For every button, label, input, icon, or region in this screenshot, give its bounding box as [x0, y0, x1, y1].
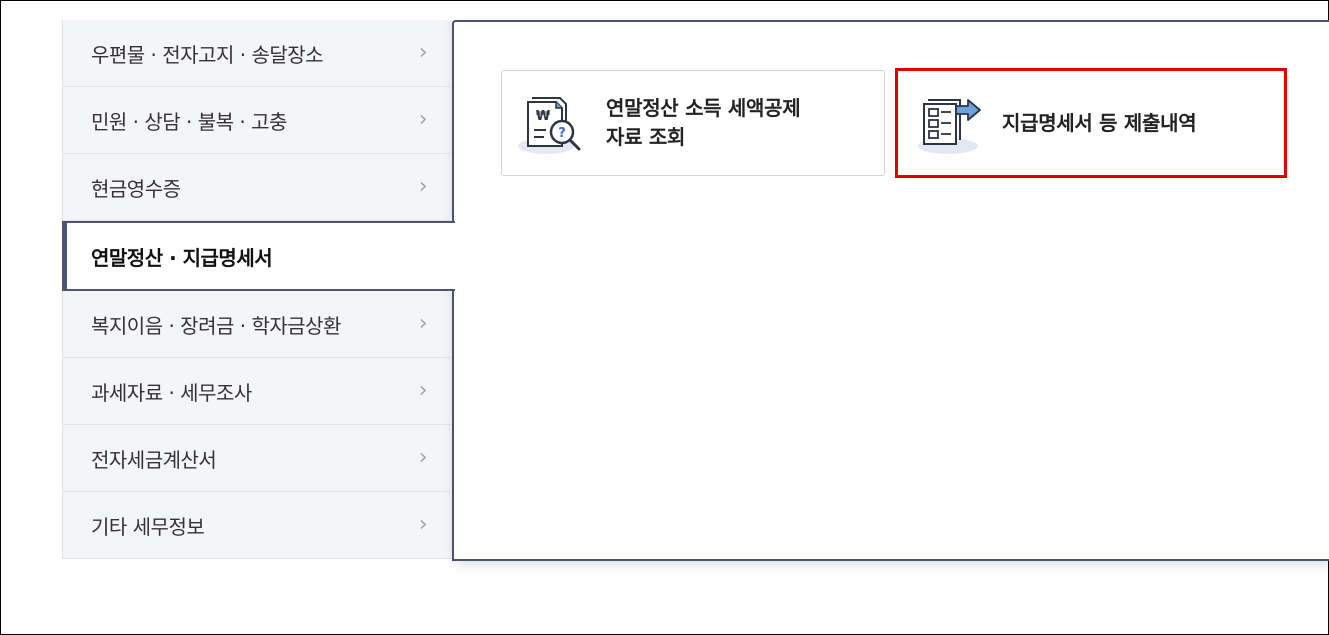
chevron-right-icon: ›: [418, 40, 428, 65]
card-label-line: 연말정산 소득 세액공제: [606, 96, 801, 120]
sidebar-item-label: 전자세금계산서: [91, 447, 217, 472]
sidebar-item-tax-data-audit[interactable]: 과세자료 · 세무조사 ›: [63, 358, 455, 425]
sidebar-item-other-tax-info[interactable]: 기타 세무정보 ›: [63, 492, 455, 559]
sidebar-item-label: 과세자료 · 세무조사: [91, 380, 252, 405]
sidebar-item-label: 복지이음 · 장려금 · 학자금상환: [91, 313, 341, 338]
sidebar-menu: 우편물 · 전자고지 · 송달장소 › 민원 · 상담 · 불복 · 고충 › …: [62, 20, 455, 559]
chevron-right-icon: ›: [418, 174, 428, 199]
year-end-deduction-lookup-card[interactable]: ₩ ? 연말정산 소득 세액공제 자료 조회: [501, 70, 885, 176]
payment-statement-submission-card[interactable]: 지급명세서 등 제출내역: [895, 68, 1287, 178]
card-label-line: 지급명세서 등 제출내역: [1002, 110, 1197, 135]
sidebar-item-civil-petition[interactable]: 민원 · 상담 · 불복 · 고충 ›: [63, 87, 455, 154]
chevron-right-icon: ›: [418, 311, 428, 336]
document-submit-arrow-icon: [918, 99, 981, 154]
document-search-won-icon: ₩ ?: [518, 97, 581, 154]
sidebar-item-cash-receipt[interactable]: 현금영수증 ›: [63, 154, 455, 221]
question-mark-icon: ?: [558, 126, 566, 141]
sidebar-item-label: 현금영수증: [91, 176, 181, 201]
sidebar-item-welfare-incentive[interactable]: 복지이음 · 장려금 · 학자금상환 ›: [63, 291, 455, 358]
chevron-right-icon: ›: [418, 512, 428, 537]
sidebar-item-label: 민원 · 상담 · 불복 · 고충: [91, 109, 287, 134]
sidebar-item-year-end-settlement[interactable]: 연말정산 · 지급명세서: [62, 221, 455, 291]
sidebar-item-label: 기타 세무정보: [91, 514, 205, 539]
won-sign-icon: ₩: [536, 109, 551, 124]
chevron-right-icon: ›: [418, 445, 428, 470]
sidebar-item-e-tax-invoice[interactable]: 전자세금계산서 ›: [63, 425, 455, 492]
sidebar-item-label: 연말정산 · 지급명세서: [91, 245, 273, 270]
card-label: 지급명세서 등 제출내역: [1002, 109, 1197, 138]
chevron-right-icon: ›: [418, 378, 428, 403]
chevron-right-icon: ›: [418, 107, 428, 132]
sidebar-item-mail-notice[interactable]: 우편물 · 전자고지 · 송달장소 ›: [63, 20, 455, 87]
card-label-line: 자료 조회: [606, 125, 686, 149]
submenu-panel: ₩ ? 연말정산 소득 세액공제 자료 조회 지급명세서 등 제출내역: [452, 20, 1329, 561]
card-label: 연말정산 소득 세액공제 자료 조회: [606, 94, 801, 152]
sidebar-item-label: 우편물 · 전자고지 · 송달장소: [91, 42, 324, 67]
